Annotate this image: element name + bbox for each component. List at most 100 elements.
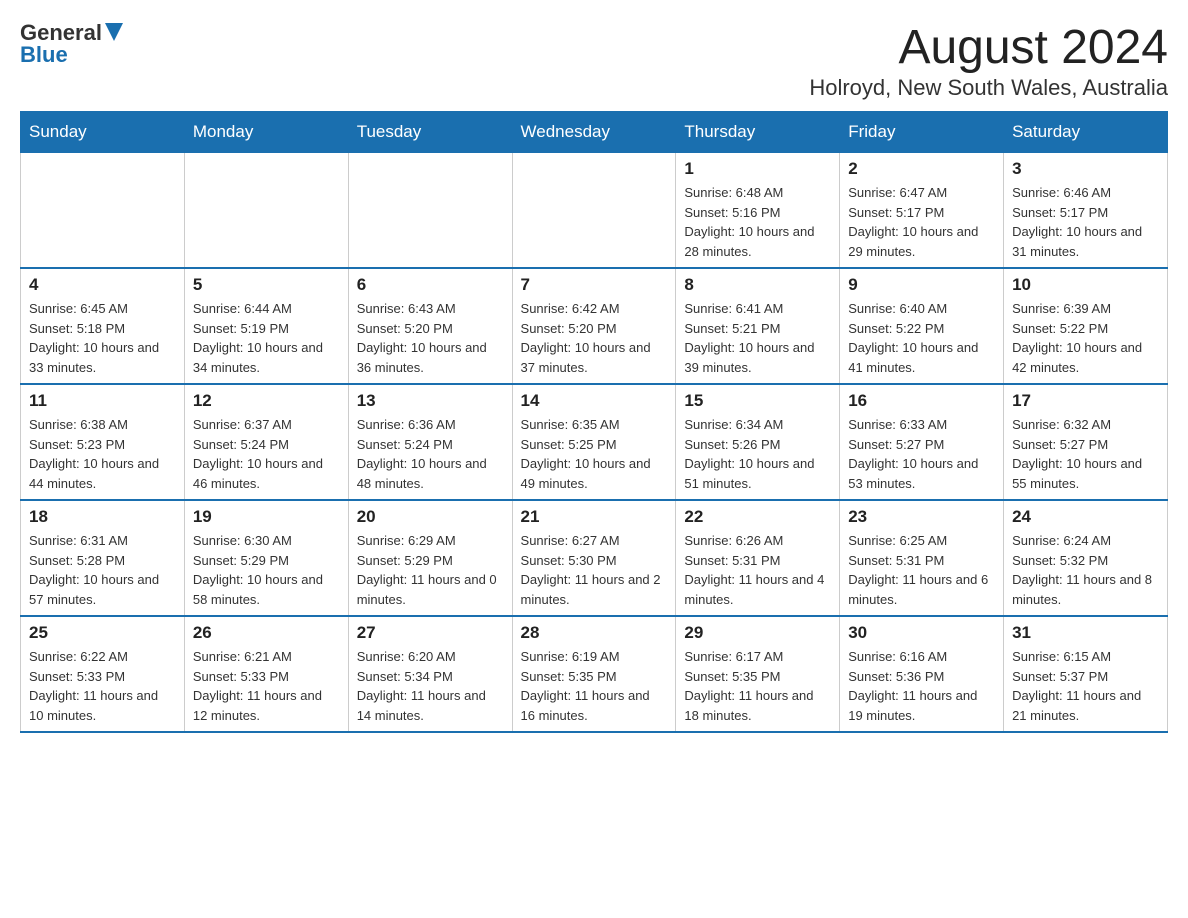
- day-info: Sunrise: 6:17 AM Sunset: 5:35 PM Dayligh…: [684, 647, 831, 725]
- calendar-cell: 29 Sunrise: 6:17 AM Sunset: 5:35 PM Dayli…: [676, 616, 840, 732]
- calendar-cell: 30Sunrise: 6:16 AM Sunset: 5:36 PM Dayli…: [840, 616, 1004, 732]
- day-info: Sunrise: 6:40 AM Sunset: 5:22 PM Dayligh…: [848, 299, 995, 377]
- calendar-cell: 15Sunrise: 6:34 AM Sunset: 5:26 PM Dayli…: [676, 384, 840, 500]
- location-title: Holroyd, New South Wales, Australia: [809, 75, 1168, 101]
- day-info: Sunrise: 6:37 AM Sunset: 5:24 PM Dayligh…: [193, 415, 340, 493]
- day-info: Sunrise: 6:21 AM Sunset: 5:33 PM Dayligh…: [193, 647, 340, 725]
- day-number: 10: [1012, 275, 1159, 295]
- day-number: 24: [1012, 507, 1159, 527]
- calendar-cell: [512, 153, 676, 269]
- calendar-cell: 5 Sunrise: 6:44 AM Sunset: 5:19 PM Daylig…: [184, 268, 348, 384]
- day-number: 29: [684, 623, 831, 643]
- day-number: 7: [521, 275, 668, 295]
- calendar-cell: 21 Sunrise: 6:27 AM Sunset: 5:30 PM Dayli…: [512, 500, 676, 616]
- weekday-header-saturday: Saturday: [1004, 112, 1168, 153]
- week-row-3: 11 Sunrise: 6:38 AM Sunset: 5:23 PM Dayli…: [21, 384, 1168, 500]
- day-info: Sunrise: 6:36 AM Sunset: 5:24 PM Dayligh…: [357, 415, 504, 493]
- calendar-cell: 2 Sunrise: 6:47 AM Sunset: 5:17 PM Daylig…: [840, 153, 1004, 269]
- logo-triangle-icon: [105, 23, 123, 41]
- day-info: Sunrise: 6:22 AM Sunset: 5:33 PM Dayligh…: [29, 647, 176, 725]
- day-number: 13: [357, 391, 504, 411]
- day-number: 30: [848, 623, 995, 643]
- day-info: Sunrise: 6:26 AM Sunset: 5:31 PM Dayligh…: [684, 531, 831, 609]
- calendar-cell: [184, 153, 348, 269]
- weekday-header-row: SundayMondayTuesdayWednesdayThursdayFrid…: [21, 112, 1168, 153]
- calendar-cell: [21, 153, 185, 269]
- calendar-cell: 14 Sunrise: 6:35 AM Sunset: 5:25 PM Dayli…: [512, 384, 676, 500]
- weekday-header-friday: Friday: [840, 112, 1004, 153]
- calendar-cell: 19 Sunrise: 6:30 AM Sunset: 5:29 PM Dayli…: [184, 500, 348, 616]
- day-number: 23: [848, 507, 995, 527]
- day-info: Sunrise: 6:41 AM Sunset: 5:21 PM Dayligh…: [684, 299, 831, 377]
- calendar-cell: 8 Sunrise: 6:41 AM Sunset: 5:21 PM Daylig…: [676, 268, 840, 384]
- day-number: 16: [848, 391, 995, 411]
- calendar-cell: 7 Sunrise: 6:42 AM Sunset: 5:20 PM Daylig…: [512, 268, 676, 384]
- calendar-cell: 25Sunrise: 6:22 AM Sunset: 5:33 PM Dayli…: [21, 616, 185, 732]
- day-number: 18: [29, 507, 176, 527]
- calendar-cell: 26 Sunrise: 6:21 AM Sunset: 5:33 PM Dayli…: [184, 616, 348, 732]
- calendar-cell: 27Sunrise: 6:20 AM Sunset: 5:34 PM Dayli…: [348, 616, 512, 732]
- day-number: 21: [521, 507, 668, 527]
- day-number: 8: [684, 275, 831, 295]
- day-info: Sunrise: 6:27 AM Sunset: 5:30 PM Dayligh…: [521, 531, 668, 609]
- calendar-cell: 22 Sunrise: 6:26 AM Sunset: 5:31 PM Dayli…: [676, 500, 840, 616]
- weekday-header-monday: Monday: [184, 112, 348, 153]
- day-number: 3: [1012, 159, 1159, 179]
- day-info: Sunrise: 6:44 AM Sunset: 5:19 PM Dayligh…: [193, 299, 340, 377]
- calendar-cell: 12 Sunrise: 6:37 AM Sunset: 5:24 PM Dayli…: [184, 384, 348, 500]
- day-number: 4: [29, 275, 176, 295]
- week-row-5: 25Sunrise: 6:22 AM Sunset: 5:33 PM Dayli…: [21, 616, 1168, 732]
- day-number: 5: [193, 275, 340, 295]
- calendar-cell: 13 Sunrise: 6:36 AM Sunset: 5:24 PM Dayli…: [348, 384, 512, 500]
- day-number: 28: [521, 623, 668, 643]
- week-row-2: 4Sunrise: 6:45 AM Sunset: 5:18 PM Daylig…: [21, 268, 1168, 384]
- day-number: 27: [357, 623, 504, 643]
- page-header: General Blue August 2024 Holroyd, New So…: [20, 20, 1168, 101]
- calendar-cell: 23 Sunrise: 6:25 AM Sunset: 5:31 PM Dayli…: [840, 500, 1004, 616]
- day-number: 6: [357, 275, 504, 295]
- calendar-cell: 6Sunrise: 6:43 AM Sunset: 5:20 PM Daylig…: [348, 268, 512, 384]
- day-number: 9: [848, 275, 995, 295]
- day-info: Sunrise: 6:38 AM Sunset: 5:23 PM Dayligh…: [29, 415, 176, 493]
- week-row-4: 18 Sunrise: 6:31 AM Sunset: 5:28 PM Dayli…: [21, 500, 1168, 616]
- day-info: Sunrise: 6:29 AM Sunset: 5:29 PM Dayligh…: [357, 531, 504, 609]
- calendar-cell: 1Sunrise: 6:48 AM Sunset: 5:16 PM Daylig…: [676, 153, 840, 269]
- calendar-cell: 18 Sunrise: 6:31 AM Sunset: 5:28 PM Dayli…: [21, 500, 185, 616]
- day-number: 17: [1012, 391, 1159, 411]
- day-info: Sunrise: 6:46 AM Sunset: 5:17 PM Dayligh…: [1012, 183, 1159, 261]
- calendar-cell: 11 Sunrise: 6:38 AM Sunset: 5:23 PM Dayli…: [21, 384, 185, 500]
- day-info: Sunrise: 6:15 AM Sunset: 5:37 PM Dayligh…: [1012, 647, 1159, 725]
- calendar-cell: 9 Sunrise: 6:40 AM Sunset: 5:22 PM Daylig…: [840, 268, 1004, 384]
- calendar-table: SundayMondayTuesdayWednesdayThursdayFrid…: [20, 111, 1168, 733]
- day-number: 12: [193, 391, 340, 411]
- calendar-cell: 20 Sunrise: 6:29 AM Sunset: 5:29 PM Dayli…: [348, 500, 512, 616]
- day-info: Sunrise: 6:24 AM Sunset: 5:32 PM Dayligh…: [1012, 531, 1159, 609]
- day-number: 1: [684, 159, 831, 179]
- day-number: 11: [29, 391, 176, 411]
- calendar-cell: 10 Sunrise: 6:39 AM Sunset: 5:22 PM Dayli…: [1004, 268, 1168, 384]
- day-info: Sunrise: 6:47 AM Sunset: 5:17 PM Dayligh…: [848, 183, 995, 261]
- month-title: August 2024: [809, 20, 1168, 75]
- day-info: Sunrise: 6:32 AM Sunset: 5:27 PM Dayligh…: [1012, 415, 1159, 493]
- title-area: August 2024 Holroyd, New South Wales, Au…: [809, 20, 1168, 101]
- weekday-header-wednesday: Wednesday: [512, 112, 676, 153]
- day-info: Sunrise: 6:31 AM Sunset: 5:28 PM Dayligh…: [29, 531, 176, 609]
- calendar-cell: 24 Sunrise: 6:24 AM Sunset: 5:32 PM Dayli…: [1004, 500, 1168, 616]
- day-info: Sunrise: 6:35 AM Sunset: 5:25 PM Dayligh…: [521, 415, 668, 493]
- day-info: Sunrise: 6:30 AM Sunset: 5:29 PM Dayligh…: [193, 531, 340, 609]
- weekday-header-thursday: Thursday: [676, 112, 840, 153]
- day-number: 22: [684, 507, 831, 527]
- day-number: 14: [521, 391, 668, 411]
- day-number: 20: [357, 507, 504, 527]
- day-number: 26: [193, 623, 340, 643]
- day-info: Sunrise: 6:25 AM Sunset: 5:31 PM Dayligh…: [848, 531, 995, 609]
- day-number: 31: [1012, 623, 1159, 643]
- weekday-header-tuesday: Tuesday: [348, 112, 512, 153]
- day-number: 19: [193, 507, 340, 527]
- day-info: Sunrise: 6:42 AM Sunset: 5:20 PM Dayligh…: [521, 299, 668, 377]
- calendar-cell: 3 Sunrise: 6:46 AM Sunset: 5:17 PM Daylig…: [1004, 153, 1168, 269]
- day-info: Sunrise: 6:39 AM Sunset: 5:22 PM Dayligh…: [1012, 299, 1159, 377]
- calendar-cell: 17 Sunrise: 6:32 AM Sunset: 5:27 PM Dayli…: [1004, 384, 1168, 500]
- day-number: 2: [848, 159, 995, 179]
- calendar-cell: [348, 153, 512, 269]
